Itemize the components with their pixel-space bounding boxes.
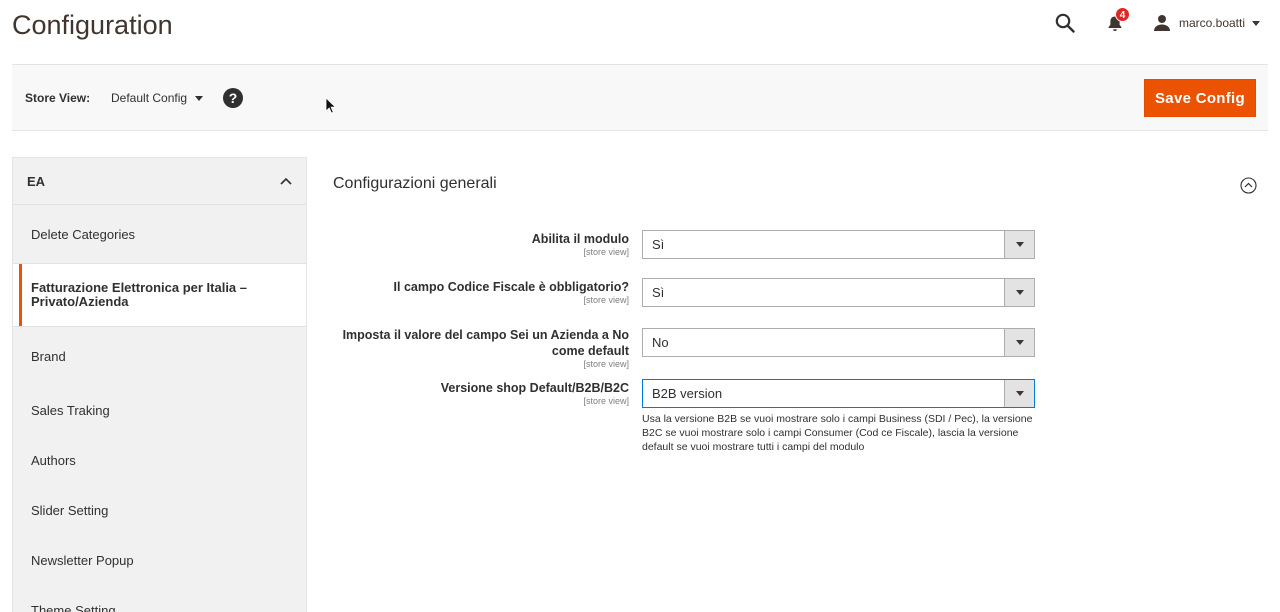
field-label-text: Il campo Codice Fiscale è obbligatorio?: [393, 280, 629, 294]
sidebar-item-theme-setting[interactable]: Theme Setting: [13, 585, 306, 612]
chevron-down-icon: [195, 95, 204, 101]
collapse-icon[interactable]: [1240, 177, 1257, 194]
chevron-down-icon: [1004, 231, 1034, 258]
select-value: Sì: [652, 285, 665, 300]
sidebar-item-authors[interactable]: Authors: [13, 435, 306, 485]
page-title: Configuration: [12, 10, 173, 40]
user-icon: [1153, 15, 1170, 31]
sidebar-item-fatturazione-elettronica[interactable]: Fatturazione Elettronica per Italia – Pr…: [13, 263, 306, 327]
help-icon[interactable]: ?: [223, 88, 243, 108]
sidebar-item-label: Slider Setting: [31, 502, 109, 518]
notifications-button[interactable]: 4: [1103, 7, 1130, 35]
chevron-down-icon: [1004, 279, 1034, 306]
field-label-text: Abilita il modulo: [531, 232, 629, 246]
sidebar-item-label: Fatturazione Elettronica per Italia – Pr…: [31, 280, 247, 309]
azienda-default-select[interactable]: No: [642, 328, 1035, 357]
chevron-up-icon: [280, 177, 292, 185]
chevron-down-icon: [1004, 380, 1034, 407]
notifications-badge: 4: [1114, 7, 1130, 22]
store-view-selected: Default Config: [111, 91, 188, 105]
sidebar-item-label: Theme Setting: [31, 602, 116, 612]
field-scope: [store view]: [583, 396, 629, 406]
sidebar-item-label: Brand: [31, 348, 66, 364]
user-name: marco.boatti: [1178, 16, 1245, 30]
store-view-label: Store View:: [25, 91, 91, 105]
header-actions: 4 marco.boatti: [1053, 7, 1260, 36]
sidebar-item-label: Delete Categories: [31, 226, 136, 242]
sidebar-item-brand[interactable]: Brand: [13, 327, 306, 385]
field-scope: [store view]: [583, 247, 629, 257]
select-value: No: [652, 335, 669, 350]
config-sidebar: EA Delete Categories Fatturazione Elettr…: [12, 157, 307, 612]
codice-fiscale-select[interactable]: Sì: [642, 278, 1035, 307]
field-label-text: Versione shop Default/B2B/B2C: [440, 381, 629, 395]
sidebar-group-title: EA: [27, 173, 46, 189]
sidebar-item-slider-setting[interactable]: Slider Setting: [13, 485, 306, 535]
chevron-down-icon: [1004, 329, 1034, 356]
user-menu[interactable]: marco.boatti: [1153, 14, 1260, 32]
search-icon[interactable]: [1053, 11, 1077, 35]
sidebar-item-label: Sales Traking: [31, 402, 110, 418]
select-value: Sì: [652, 237, 665, 252]
sidebar-item-label: Newsletter Popup: [31, 552, 134, 568]
mouse-cursor-icon: [325, 97, 337, 114]
field-label-abilita-modulo: Abilita il modulo [store view]: [329, 231, 629, 258]
sidebar-item-delete-categories[interactable]: Delete Categories: [13, 205, 306, 263]
sidebar-item-newsletter-popup[interactable]: Newsletter Popup: [13, 535, 306, 585]
field-label-codice-fiscale: Il campo Codice Fiscale è obbligatorio? …: [329, 279, 629, 306]
store-view-bar: Store View: Default Config ? Save Config: [12, 64, 1268, 131]
select-value: B2B version: [652, 386, 723, 401]
sidebar-item-sales-traking[interactable]: Sales Traking: [13, 385, 306, 435]
field-scope: [store view]: [583, 359, 629, 369]
field-scope: [store view]: [583, 295, 629, 305]
section-title[interactable]: Configurazioni generali: [333, 175, 497, 193]
versione-shop-note: Usa la versione B2B se vuoi mostrare sol…: [642, 413, 1033, 453]
field-label-versione-shop: Versione shop Default/B2B/B2C [store vie…: [329, 380, 629, 407]
sidebar-item-label: Authors: [31, 452, 76, 468]
chevron-down-icon: [1252, 20, 1260, 26]
abilita-modulo-select[interactable]: Sì: [642, 230, 1035, 259]
sidebar-group-ea[interactable]: EA: [13, 158, 306, 205]
save-config-button[interactable]: Save Config: [1144, 79, 1256, 117]
store-view-switcher[interactable]: Default Config: [111, 91, 204, 105]
field-label-azienda-default: Imposta il valore del campo Sei un Azien…: [339, 327, 629, 370]
versione-shop-select[interactable]: B2B version: [642, 379, 1035, 408]
field-label-text: Imposta il valore del campo Sei un Azien…: [342, 328, 629, 358]
